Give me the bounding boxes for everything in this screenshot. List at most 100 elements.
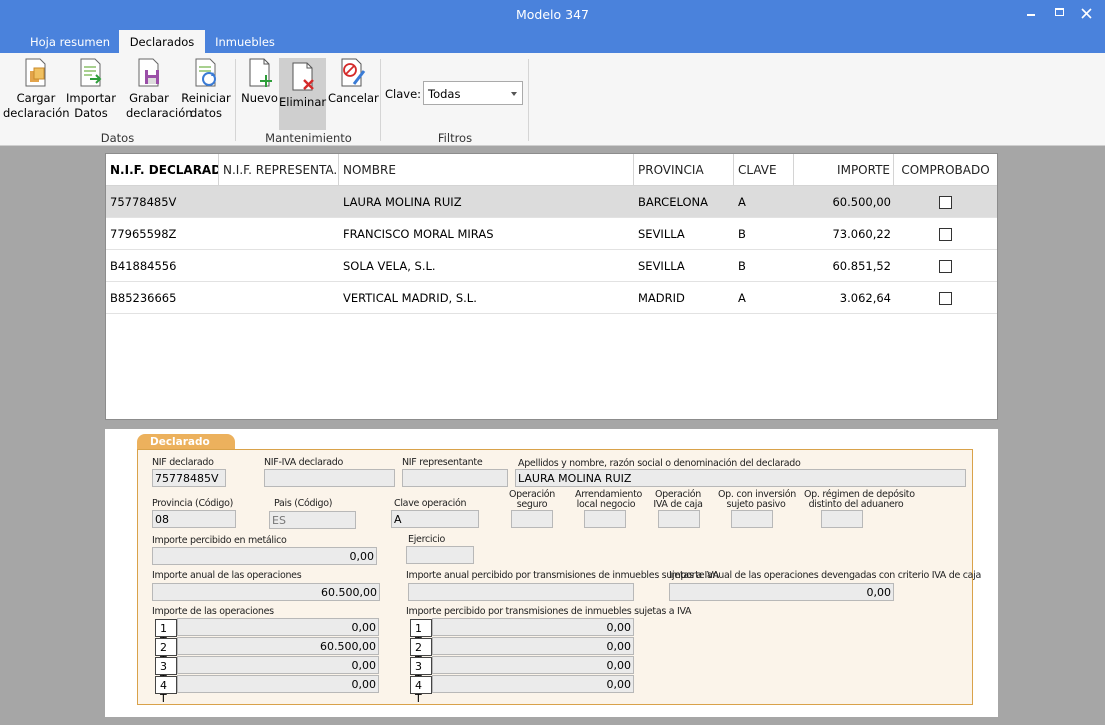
quarter-inmuebles-field[interactable]: 0,00 [432, 637, 634, 655]
column-header-clave[interactable]: CLAVE [734, 154, 794, 186]
quarter-label: 3 T [155, 657, 177, 686]
column-header-nif-declarado[interactable]: N.I.F. DECLARADO [106, 154, 219, 186]
minimize-icon [1027, 14, 1035, 16]
anual-inmuebles-field[interactable] [408, 583, 634, 601]
group-label-filtros: Filtros [437, 131, 473, 145]
cell-nombre: VERTICAL MADRID, S.L. [343, 291, 477, 305]
deposito-aduanero-field[interactable] [821, 510, 863, 528]
nif-iva-field[interactable] [264, 469, 395, 487]
anual-operaciones-label: Importe anual de las operaciones [152, 570, 302, 581]
title-bar: Modelo 347 [0, 0, 1105, 30]
column-header-importe[interactable]: IMPORTE [794, 154, 894, 186]
inversion-sujeto-pasivo-field[interactable] [731, 510, 773, 528]
clave-operacion-field[interactable]: A [391, 510, 479, 528]
arrendamiento-field[interactable] [584, 510, 626, 528]
new-document-icon [249, 58, 272, 87]
comprobado-checkbox[interactable] [939, 228, 952, 241]
importar-datos-button[interactable]: Importar Datos [66, 57, 116, 121]
nuevo-button[interactable]: Nuevo [241, 57, 278, 106]
reiniciar-datos-button[interactable]: Reiniciar datos [181, 57, 231, 121]
quarter-inmuebles-field[interactable]: 0,00 [432, 618, 634, 636]
cargar-label-1: Cargar [16, 91, 56, 105]
deposito-aduanero-label-2: distinto del aduanero [808, 499, 904, 510]
quarter-label: 4 T [155, 676, 177, 705]
quarter-inmuebles-field[interactable]: 0,00 [432, 656, 634, 674]
clave-select-value: Todas [428, 87, 461, 101]
table-row[interactable]: 75778485V LAURA MOLINA RUIZ BARCELONA A … [106, 186, 997, 218]
quarter-inmuebles-field[interactable]: 0,00 [432, 675, 634, 693]
operacion-iva-caja-label-2: IVA de caja [653, 499, 703, 510]
declarado-section: NIF declarado 75778485V NIF-IVA declarad… [137, 449, 981, 705]
grabar-label-2: declaración [126, 106, 193, 120]
table-row[interactable]: 77965598Z FRANCISCO MORAL MIRAS SEVILLA … [106, 218, 997, 250]
importe-operaciones-label: Importe de las operaciones [152, 606, 274, 617]
importar-label-2: Datos [74, 106, 108, 120]
save-declaration-icon [138, 58, 159, 87]
column-header-nombre[interactable]: NOMBRE [339, 154, 634, 186]
operacion-iva-caja-field[interactable] [658, 510, 700, 528]
operacion-seguro-field[interactable] [511, 510, 553, 528]
cell-nombre: SOLA VELA, S.L. [343, 259, 436, 273]
quarter-label: 2 T [410, 638, 432, 667]
tab-hoja-resumen[interactable]: Hoja resumen [22, 30, 118, 53]
clave-label: Clave: [385, 87, 422, 101]
cell-provincia: BARCELONA [638, 195, 708, 209]
eliminar-button[interactable]: Eliminar [279, 58, 326, 130]
cargar-declaracion-button[interactable]: Cargar declaración [3, 57, 70, 121]
cell-importe: 3.062,64 [839, 291, 891, 305]
detail-panel: Declarado NIF declarado 75778485V NIF-IV… [105, 429, 998, 717]
anual-iva-caja-field[interactable]: 0,00 [669, 583, 894, 601]
provincia-field[interactable]: 08 [152, 510, 236, 528]
metalico-field[interactable]: 0,00 [152, 547, 377, 565]
cell-nif: 77965598Z [110, 227, 177, 241]
clave-select[interactable]: Todas [423, 81, 523, 105]
group-separator [380, 59, 381, 141]
table-row[interactable]: B41884556 SOLA VELA, S.L. SEVILLA B 60.8… [106, 250, 997, 282]
comprobado-checkbox[interactable] [939, 196, 952, 209]
comprobado-checkbox[interactable] [939, 260, 952, 273]
nif-representante-field[interactable] [402, 469, 508, 487]
apellidos-field[interactable]: LAURA MOLINA RUIZ [515, 469, 966, 487]
column-header-provincia[interactable]: PROVINCIA [634, 154, 734, 186]
column-header-nif-representante[interactable]: N.I.F. REPRESENTA... [219, 154, 339, 186]
close-icon [1081, 8, 1092, 19]
column-header-comprobado[interactable]: COMPROBADO [894, 154, 997, 186]
cell-importe: 60.851,52 [832, 259, 891, 273]
maximize-icon [1055, 8, 1064, 16]
close-button[interactable] [1076, 4, 1098, 24]
cancelar-label: Cancelar [328, 91, 379, 105]
cancel-edit-icon [341, 58, 365, 87]
anual-operaciones-field[interactable]: 60.500,00 [152, 583, 380, 601]
cell-clave: A [738, 291, 746, 305]
quarter-label: 1 T [155, 619, 177, 648]
reiniciar-label-1: Reiniciar [181, 91, 231, 105]
cell-provincia: MADRID [638, 291, 685, 305]
cancelar-button[interactable]: Cancelar [328, 57, 379, 106]
tab-declarados[interactable]: Declarados [119, 30, 205, 53]
tab-bar: Hoja resumen Declarados Inmuebles [0, 30, 1105, 53]
quarter-ops-field[interactable]: 60.500,00 [177, 637, 379, 655]
operacion-seguro-label-2: seguro [516, 499, 548, 510]
arrendamiento-label: Arrendamiento local negocio [575, 490, 642, 510]
pais-field[interactable]: ES [269, 511, 356, 529]
tab-inmuebles[interactable]: Inmuebles [206, 30, 284, 53]
table-row[interactable]: B85236665 VERTICAL MADRID, S.L. MADRID A… [106, 282, 997, 314]
cell-importe: 60.500,00 [832, 195, 891, 209]
comprobado-checkbox[interactable] [939, 292, 952, 305]
quarter-label: 2 T [155, 638, 177, 667]
anual-iva-caja-label: Importe anual de las operaciones devenga… [669, 570, 982, 581]
quarter-label: 4 T [410, 676, 432, 705]
quarter-ops-field[interactable]: 0,00 [177, 675, 379, 693]
minimize-button[interactable] [1021, 4, 1043, 24]
nif-declarado-label: NIF declarado [152, 457, 214, 468]
maximize-button[interactable] [1048, 4, 1070, 24]
grabar-declaracion-button[interactable]: Grabar declaración [126, 57, 193, 121]
nif-declarado-field[interactable]: 75778485V [152, 469, 226, 487]
cell-provincia: SEVILLA [638, 227, 685, 241]
ejercicio-field[interactable] [406, 546, 474, 564]
cell-nif: B41884556 [110, 259, 177, 273]
declarados-grid: N.I.F. DECLARADO N.I.F. REPRESENTA... NO… [105, 153, 998, 420]
quarter-ops-field[interactable]: 0,00 [177, 656, 379, 674]
provincia-label: Provincia (Código) [152, 498, 234, 509]
quarter-ops-field[interactable]: 0,00 [177, 618, 379, 636]
